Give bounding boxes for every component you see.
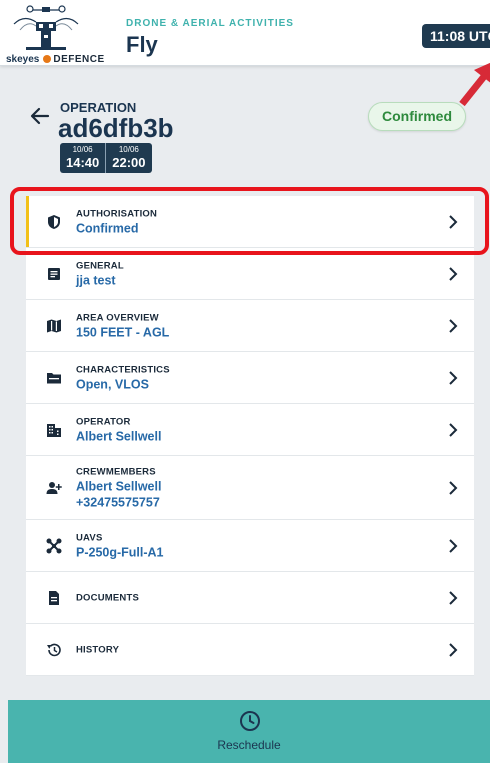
document-icon <box>48 267 60 280</box>
section-characteristics[interactable]: CHARACTERISTICS Open, VLOS <box>26 352 474 404</box>
section-history[interactable]: HISTORY <box>26 624 474 676</box>
reschedule-label: Reschedule <box>217 738 281 752</box>
reschedule-button[interactable]: Reschedule <box>8 700 490 763</box>
app-subtitle: DRONE & AERIAL ACTIVITIES <box>126 18 294 29</box>
section-label: OPERATOR <box>76 416 131 427</box>
skeyes-logo: skeyes DEFENCE <box>6 4 126 65</box>
operation-timeframe: 10/06 14:40 10/06 22:00 <box>60 143 152 173</box>
drone-icon <box>46 538 62 553</box>
back-arrow-icon[interactable] <box>28 104 52 128</box>
section-label: DOCUMENTS <box>76 592 140 603</box>
chevron-right-icon <box>449 422 458 437</box>
chevron-right-icon <box>449 590 458 605</box>
chevron-right-icon <box>449 370 458 385</box>
chevron-right-icon <box>449 538 458 553</box>
section-documents[interactable]: DOCUMENTS <box>26 572 474 624</box>
section-general[interactable]: GENERAL jja test <box>26 248 474 300</box>
section-label: CREWMEMBERS <box>76 466 156 477</box>
section-label: CHARACTERISTICS <box>76 364 170 375</box>
section-value-phone: +32475575757 <box>76 495 160 509</box>
section-value: P-250g-Full-A1 <box>76 545 164 559</box>
control-tower-icon <box>13 5 79 50</box>
clock-icon <box>240 711 260 731</box>
section-value: Albert Sellwell <box>76 479 162 493</box>
history-icon <box>47 643 61 656</box>
section-crewmembers[interactable]: CREWMEMBERS Albert Sellwell +32475575757 <box>26 456 474 520</box>
chevron-right-icon <box>449 318 458 333</box>
status-badge: Confirmed <box>368 102 466 131</box>
section-value: jja test <box>76 273 116 287</box>
operation-sections-list: AUTHORISATION Confirmed GENERAL jja test… <box>26 196 474 676</box>
app-header: skeyes DEFENCE DRONE & AERIAL ACTIVITIES … <box>0 0 490 66</box>
section-value: Confirmed <box>76 221 139 235</box>
section-label: UAVS <box>76 532 103 543</box>
folder-icon <box>47 372 61 383</box>
end-time: 10/06 22:00 <box>105 143 151 173</box>
shield-icon <box>48 214 60 229</box>
section-value: Albert Sellwell <box>76 429 162 443</box>
chevron-right-icon <box>449 214 458 229</box>
section-label: GENERAL <box>76 260 124 271</box>
file-icon <box>49 590 59 605</box>
section-value: 150 FEET - AGL <box>76 325 170 339</box>
add-person-icon <box>46 481 62 494</box>
section-area-overview[interactable]: AREA OVERVIEW 150 FEET - AGL <box>26 300 474 352</box>
section-authorisation[interactable]: AUTHORISATION Confirmed <box>26 196 474 248</box>
logo-wordmark: skeyes DEFENCE <box>6 54 105 65</box>
section-uavs[interactable]: UAVS P-250g-Full-A1 <box>26 520 474 572</box>
section-label: AUTHORISATION <box>76 208 158 219</box>
utc-clock: 11:08 UTC <box>422 24 490 48</box>
section-label: HISTORY <box>76 644 120 655</box>
chevron-right-icon <box>449 480 458 495</box>
chevron-right-icon <box>449 266 458 281</box>
section-value: Open, VLOS <box>76 377 149 391</box>
app-title: Fly <box>126 32 158 57</box>
operation-id: ad6dfb3b <box>58 113 174 143</box>
section-label: AREA OVERVIEW <box>76 312 159 323</box>
chevron-right-icon <box>449 642 458 657</box>
section-operator[interactable]: OPERATOR Albert Sellwell <box>26 404 474 456</box>
start-time: 10/06 14:40 <box>66 145 100 170</box>
map-icon <box>47 319 61 332</box>
building-icon <box>47 423 61 437</box>
